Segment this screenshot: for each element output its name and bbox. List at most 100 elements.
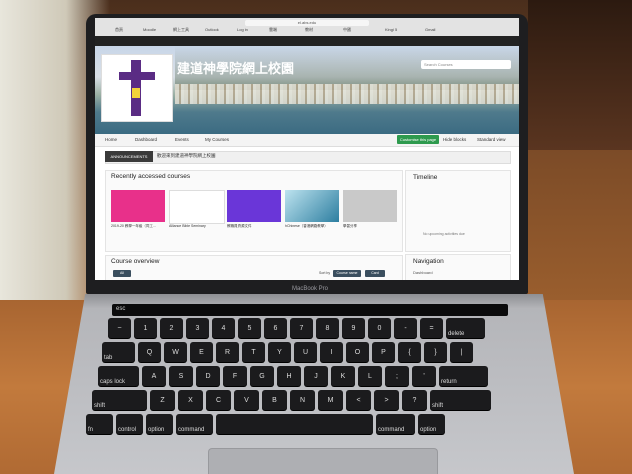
- key[interactable]: command: [376, 414, 415, 434]
- key[interactable]: shift: [92, 390, 147, 410]
- announcement-text[interactable]: 歡迎來到建道神學院網上校園: [157, 153, 216, 159]
- browser-tab[interactable]: Log in: [237, 27, 248, 35]
- course-card-image[interactable]: [111, 190, 165, 222]
- browser-tab[interactable]: Gmail: [425, 27, 435, 35]
- key[interactable]: J: [304, 366, 328, 386]
- sort-course-name-button[interactable]: Course name: [333, 270, 361, 277]
- key[interactable]: {: [398, 342, 421, 362]
- course-card-label[interactable]: 學習分享: [343, 224, 397, 229]
- key[interactable]: D: [196, 366, 220, 386]
- browser-tab[interactable]: 教材: [305, 27, 313, 35]
- key[interactable]: I: [320, 342, 343, 362]
- key[interactable]: K: [331, 366, 355, 386]
- key[interactable]: L: [358, 366, 382, 386]
- key[interactable]: |: [450, 342, 473, 362]
- key[interactable]: 4: [212, 318, 235, 338]
- key[interactable]: }: [424, 342, 447, 362]
- browser-tab[interactable]: Kingi 5: [385, 27, 397, 35]
- browser-tab[interactable]: 首頁: [115, 27, 123, 35]
- menu-home[interactable]: Home: [105, 137, 117, 142]
- logo-cross-accent: [132, 88, 140, 98]
- key[interactable]: [216, 414, 373, 434]
- search-input[interactable]: Search Courses: [421, 60, 511, 69]
- key[interactable]: C: [206, 390, 231, 410]
- key[interactable]: option: [146, 414, 173, 434]
- key[interactable]: return: [439, 366, 488, 386]
- key[interactable]: S: [169, 366, 193, 386]
- trackpad[interactable]: [208, 448, 438, 474]
- key[interactable]: fn: [86, 414, 113, 434]
- key[interactable]: delete: [446, 318, 485, 338]
- course-card-label[interactable]: 2019-20 教學一年級（同工…: [111, 224, 165, 229]
- hide-blocks-button[interactable]: Hide blocks: [443, 137, 466, 142]
- course-card-label[interactable]: hChinese（香港網路教學）: [285, 224, 339, 229]
- standard-view-button[interactable]: Standard view: [477, 137, 506, 142]
- background-shelf: [528, 0, 632, 150]
- key[interactable]: U: [294, 342, 317, 362]
- browser-tab[interactable]: 網上工具: [173, 27, 189, 35]
- menu-my-courses[interactable]: My Courses: [205, 137, 229, 142]
- browser-tab[interactable]: Outlook: [205, 27, 219, 35]
- key[interactable]: R: [216, 342, 239, 362]
- key[interactable]: 7: [290, 318, 313, 338]
- key[interactable]: 9: [342, 318, 365, 338]
- key[interactable]: W: [164, 342, 187, 362]
- key[interactable]: B: [262, 390, 287, 410]
- key[interactable]: Q: [138, 342, 161, 362]
- hero-houses: [175, 84, 519, 104]
- key[interactable]: 1: [134, 318, 157, 338]
- key[interactable]: command: [176, 414, 213, 434]
- customise-page-button[interactable]: Customise this page: [397, 135, 439, 144]
- key[interactable]: 8: [316, 318, 339, 338]
- browser-tab[interactable]: 雲端: [269, 27, 277, 35]
- key[interactable]: ?: [402, 390, 427, 410]
- key[interactable]: X: [178, 390, 203, 410]
- key[interactable]: N: [290, 390, 315, 410]
- card-view-button[interactable]: Card: [365, 270, 385, 277]
- key[interactable]: 0: [368, 318, 391, 338]
- key[interactable]: G: [250, 366, 274, 386]
- key[interactable]: 5: [238, 318, 261, 338]
- key[interactable]: V: [234, 390, 259, 410]
- key[interactable]: ;: [385, 366, 409, 386]
- key[interactable]: option: [418, 414, 445, 434]
- browser-tab[interactable]: Moodle: [143, 27, 156, 35]
- course-card-label[interactable]: Alliance Bible Seminary: [169, 224, 223, 228]
- course-card-label[interactable]: 教職員資源文件: [227, 224, 281, 229]
- key[interactable]: A: [142, 366, 166, 386]
- menu-events[interactable]: Events: [175, 137, 189, 142]
- key[interactable]: shift: [430, 390, 491, 410]
- key[interactable]: T: [242, 342, 265, 362]
- announcement-label[interactable]: ANNOUNCEMENTS: [105, 151, 153, 162]
- key[interactable]: E: [190, 342, 213, 362]
- url-bar[interactable]: el.abs.edu: [245, 20, 369, 26]
- key[interactable]: caps lock: [98, 366, 139, 386]
- key[interactable]: H: [277, 366, 301, 386]
- key[interactable]: <: [346, 390, 371, 410]
- key[interactable]: ': [412, 366, 436, 386]
- key[interactable]: F: [223, 366, 247, 386]
- key[interactable]: ~: [108, 318, 131, 338]
- browser-tab[interactable]: 中國: [343, 27, 351, 35]
- key[interactable]: =: [420, 318, 443, 338]
- logo-cross-horizontal: [119, 72, 155, 80]
- key[interactable]: 3: [186, 318, 209, 338]
- course-card-image[interactable]: [227, 190, 281, 222]
- key[interactable]: Y: [268, 342, 291, 362]
- key[interactable]: P: [372, 342, 395, 362]
- key[interactable]: 6: [264, 318, 287, 338]
- key[interactable]: Z: [150, 390, 175, 410]
- nav-dashboard-link[interactable]: Dashboard: [413, 270, 433, 275]
- key[interactable]: >: [374, 390, 399, 410]
- key[interactable]: control: [116, 414, 143, 434]
- key[interactable]: O: [346, 342, 369, 362]
- filter-all-button[interactable]: All: [113, 270, 131, 277]
- menu-dashboard[interactable]: Dashboard: [135, 137, 157, 142]
- course-card-image[interactable]: [285, 190, 339, 222]
- course-card-image[interactable]: [169, 190, 225, 224]
- key[interactable]: -: [394, 318, 417, 338]
- key[interactable]: tab: [102, 342, 135, 362]
- key[interactable]: M: [318, 390, 343, 410]
- course-card-image[interactable]: [343, 190, 397, 222]
- key[interactable]: 2: [160, 318, 183, 338]
